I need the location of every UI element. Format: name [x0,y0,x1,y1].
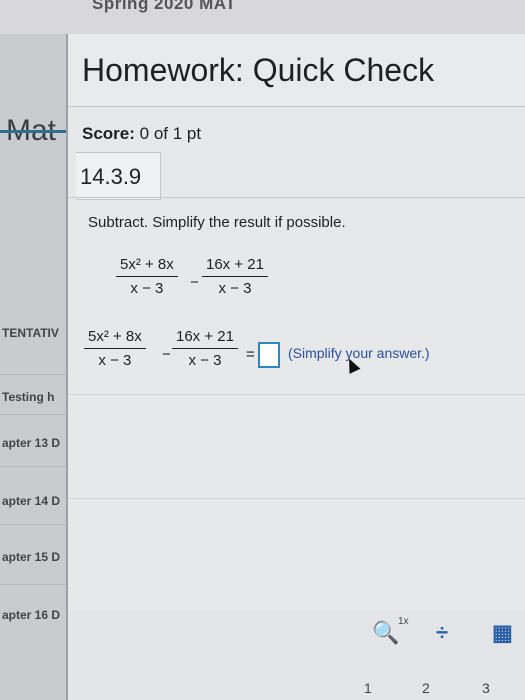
score-label: Score: [82,124,135,143]
sidebar-item-chapter-16[interactable]: apter 16 D [2,608,64,622]
course-sidebar: Mat TENTATIV Testing h apter 13 D apter … [0,34,66,700]
sidebar-item-tentative[interactable]: TENTATIV [2,326,64,340]
fraction-template-icon[interactable]: ÷ [436,620,448,646]
sidebar-divider [0,414,66,415]
header-divider [68,197,525,198]
sidebar-item-chapter-14[interactable]: apter 14 D [2,494,64,508]
answer-input[interactable] [258,342,280,368]
minus-sign: − [162,346,171,363]
zoom-level: 1x [398,616,409,627]
fraction-numerator: 5x² + 8x [84,328,146,349]
answer-fraction-1: 5x² + 8x x − 3 [84,328,146,369]
sidebar-divider [0,584,66,585]
dialog-header: Homework: Quick Check [68,34,525,107]
sidebar-divider [0,524,66,525]
fraction-denominator: x − 3 [130,280,164,297]
mixed-number-icon[interactable]: ▦ [492,620,513,646]
score-value: 0 of 1 pt [139,124,202,143]
sidebar-divider [0,466,66,467]
page-2-button[interactable]: 2 [422,680,430,696]
page-3-button[interactable]: 3 [482,680,490,696]
sidebar-item-chapter-15[interactable]: apter 15 D [2,550,64,564]
pagination: 1 2 3 [68,674,525,700]
homework-dialog: Homework: Quick Check Score: 0 of 1 pt 1… [66,34,525,700]
score-display: Score: 0 of 1 pt [82,124,201,144]
sidebar-accent-bar [0,130,66,133]
fraction-numerator: 16x + 21 [172,328,238,349]
question-id: 14.3.9 [80,164,142,189]
answer-fraction-2: 16x + 21 x − 3 [172,328,238,369]
problem-fraction-2: 16x + 21 x − 3 [202,256,268,297]
equals-sign: = [246,346,255,363]
sidebar-item-chapter-13[interactable]: apter 13 D [2,436,64,450]
fraction-denominator: x − 3 [188,352,222,369]
problem-fraction-1: 5x² + 8x x − 3 [116,256,178,297]
minus-sign: − [190,274,199,291]
browser-tab-strip: Spring 2020 MAT [0,0,525,34]
fraction-denominator: x − 3 [98,352,132,369]
fraction-numerator: 5x² + 8x [116,256,178,277]
sidebar-divider [0,374,66,375]
content-divider [68,394,525,395]
course-title-fragment: Spring 2020 MAT [92,0,237,13]
sidebar-item-testing[interactable]: Testing h [2,390,64,404]
simplify-hint: (Simplify your answer.) [288,345,430,361]
instructions-text: Subtract. Simplify the result if possibl… [88,214,346,231]
page-1-button[interactable]: 1 [364,680,372,696]
content-divider [68,498,525,499]
fraction-denominator: x − 3 [218,280,252,297]
dialog-title: Homework: Quick Check [82,52,435,88]
zoom-icon[interactable]: 🔍 [372,620,399,646]
fraction-numerator: 16x + 21 [202,256,268,277]
